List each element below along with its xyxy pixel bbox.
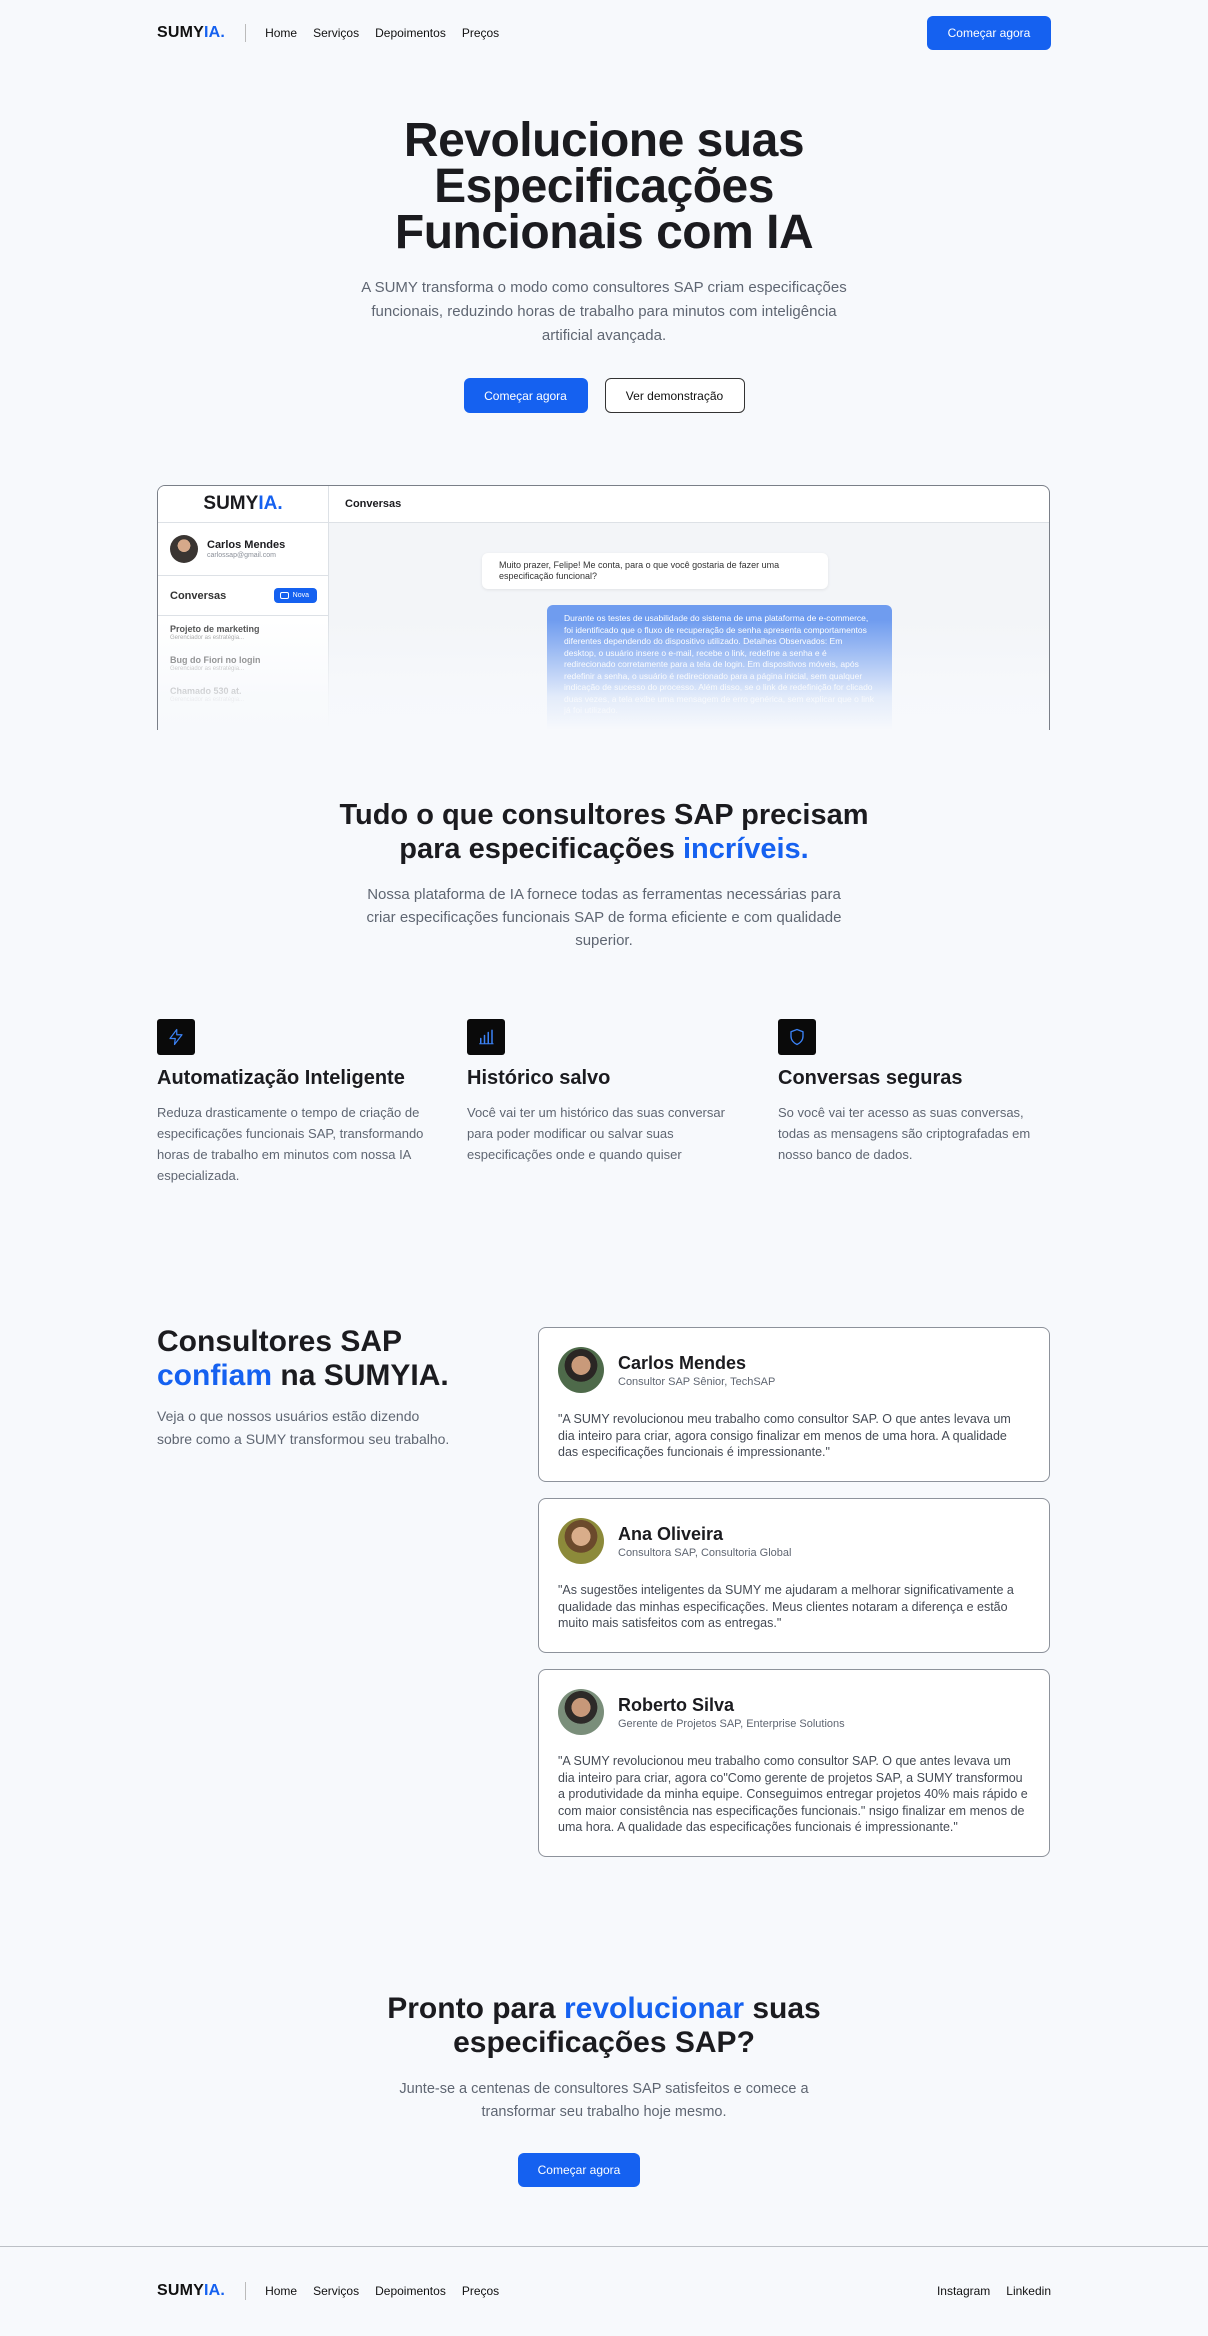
- footer-nav-divider: [245, 2282, 247, 2300]
- testimonial-card: Ana Oliveira Consultora SAP, Consultoria…: [538, 1498, 1050, 1653]
- feature-security: Conversas seguras So você vai ter acesso…: [778, 1019, 1053, 1165]
- feature-text: So você vai ter acesso as suas conversas…: [778, 1105, 1031, 1162]
- feature-automation: Automatização Inteligente Reduza drastic…: [157, 1019, 432, 1186]
- hero-title-line: Especificações: [434, 160, 774, 213]
- testimonial-role: Consultor SAP Sênior, TechSAP: [618, 1375, 776, 1388]
- preview-new-button[interactable]: Nova: [273, 588, 317, 603]
- preview-header-title: Conversas: [329, 486, 1049, 523]
- nav-link-servicos[interactable]: Serviços: [313, 26, 359, 40]
- feature-text: Reduza drasticamente o tempo de criação …: [157, 1105, 424, 1183]
- hero-title: Revolucione suas Especificações Funciona…: [0, 114, 1208, 259]
- conversation-item[interactable]: Bug do Fiori no login Gerenciador as est…: [158, 641, 328, 672]
- bar-chart-icon: [467, 1019, 505, 1055]
- cta-subtitle: Junte-se a centenas de consultores SAP s…: [399, 2081, 809, 2120]
- cta-start-button[interactable]: Começar agora: [518, 2153, 640, 2187]
- avatar: [558, 1347, 604, 1393]
- preview-sidebar: SUMY IA. Carlos Mendes carlossap@gmail.co…: [158, 486, 329, 730]
- chat-message-outgoing: Durante os testes de usabilidade do sist…: [547, 605, 892, 730]
- conversation-item[interactable]: Chamado 530 at. Gerenciador as estratégi…: [158, 672, 328, 703]
- testimonial-name: Ana Oliveira: [618, 1523, 724, 1544]
- preview-logo: SUMY IA.: [158, 486, 328, 523]
- feature-history: Histórico salvo Você vai ter um históric…: [467, 1019, 742, 1165]
- chat-message-incoming: Muito prazer, Felipe! Me conta, para o q…: [482, 553, 828, 589]
- feature-text: Você vai ter um histórico das suas conve…: [467, 1105, 725, 1162]
- footer-link-depoimentos[interactable]: Depoimentos: [375, 2284, 446, 2298]
- hero-start-button[interactable]: Começar agora: [463, 378, 588, 413]
- nav-links: Home Serviços Depoimentos Preços: [265, 26, 499, 40]
- footer-link-servicos[interactable]: Serviços: [313, 2284, 359, 2298]
- testimonial-name: Carlos Mendes: [618, 1352, 747, 1373]
- testimonials-title: Consultores SAP confiam na SUMYIA.: [157, 1325, 449, 1392]
- testimonial-quote: "A SUMY revolucionou meu trabalho como c…: [558, 1412, 1011, 1459]
- avatar: [558, 1518, 604, 1564]
- nav-link-home[interactable]: Home: [265, 26, 297, 40]
- conversation-item[interactable]: Projeto de marketing Gerenciador as estr…: [158, 616, 328, 641]
- hero-demo-button[interactable]: Ver demonstração: [604, 378, 745, 413]
- preview-user-card: Carlos Mendes carlossap@gmail.com: [158, 523, 328, 576]
- hero-buttons: Começar agora Ver demonstração: [0, 378, 1208, 413]
- footer-links: Home Serviços Depoimentos Preços: [265, 2284, 499, 2298]
- nav-start-button[interactable]: Começar agora: [927, 16, 1051, 50]
- footer-link-precos[interactable]: Preços: [462, 2284, 499, 2298]
- avatar: [558, 1689, 604, 1735]
- testimonial-card: Roberto Silva Gerente de Projetos SAP, E…: [538, 1669, 1050, 1857]
- lightning-icon: [157, 1019, 195, 1055]
- testimonial-quote: "As sugestões inteligentes da SUMY me aj…: [558, 1583, 1014, 1630]
- features-subtitle: Nossa plataforma de IA fornece todas as …: [366, 886, 842, 949]
- hero-title-line: Funcionais com IA: [394, 206, 814, 259]
- preview-conversations-header: Conversas Nova: [158, 576, 328, 616]
- features-title: Tudo o que consultores SAP precisam para…: [339, 799, 869, 865]
- preview-chat-area: Muito prazer, Felipe! Me conta, para o q…: [329, 523, 1049, 730]
- footer-logo[interactable]: SUMYIA.: [157, 2282, 225, 2300]
- app-preview: SUMY IA. Carlos Mendes carlossap@gmail.co…: [157, 485, 1050, 730]
- avatar: [170, 535, 198, 563]
- testimonial-quote: "A SUMY revolucionou meu trabalho como c…: [558, 1754, 1028, 1834]
- hero-title-line: Revolucione suas: [403, 114, 805, 167]
- preview-user-name: Carlos Mendes: [207, 539, 286, 551]
- feature-title: Histórico salvo: [467, 1067, 611, 1089]
- cta-title: Pronto para revolucionar suas especifica…: [387, 1992, 821, 2059]
- chat-plus-icon: [279, 592, 289, 599]
- instagram-link[interactable]: Instagram: [937, 2284, 990, 2298]
- linkedin-link[interactable]: Linkedin: [1006, 2284, 1051, 2298]
- footer-link-home[interactable]: Home: [265, 2284, 297, 2298]
- feature-title: Automatização Inteligente: [157, 1067, 405, 1089]
- footer-social-links: Instagram Linkedin: [937, 2284, 1051, 2298]
- testimonial-role: Consultora SAP, Consultoria Global: [618, 1546, 792, 1559]
- nav-divider: [245, 24, 247, 42]
- feature-title: Conversas seguras: [778, 1067, 963, 1089]
- top-nav: SUMYIA. Home Serviços Depoimentos Preços…: [157, 16, 1051, 50]
- testimonial-name: Roberto Silva: [618, 1694, 735, 1715]
- preview-conversations-label: Conversas: [170, 589, 227, 602]
- testimonial-role: Gerente de Projetos SAP, Enterprise Solu…: [618, 1717, 845, 1730]
- testimonial-card: Carlos Mendes Consultor SAP Sênior, Tech…: [538, 1327, 1050, 1482]
- hero-subtitle: A SUMY transforma o modo como consultore…: [361, 279, 847, 344]
- footer-divider: [0, 2246, 1208, 2247]
- footer: SUMYIA. Home Serviços Depoimentos Preços…: [157, 2276, 1051, 2306]
- preview-user-email: carlossap@gmail.com: [207, 552, 276, 559]
- testimonials-subtitle: Veja o que nossos usuários estão dizendo…: [157, 1408, 450, 1447]
- brand-logo[interactable]: SUMYIA.: [157, 24, 225, 42]
- shield-icon: [778, 1019, 816, 1055]
- nav-link-precos[interactable]: Preços: [462, 26, 499, 40]
- nav-link-depoimentos[interactable]: Depoimentos: [375, 26, 446, 40]
